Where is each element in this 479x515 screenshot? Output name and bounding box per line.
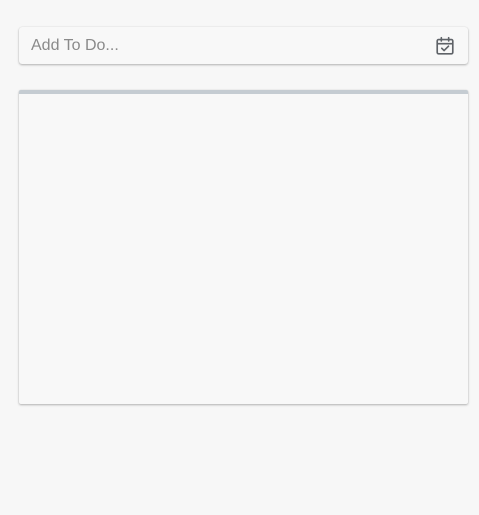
todo-list: [19, 94, 468, 404]
add-todo-card: [19, 27, 468, 64]
todo-list-card: [19, 90, 468, 404]
date-picker-button[interactable]: [433, 34, 457, 58]
add-todo-input[interactable]: [19, 27, 419, 64]
calendar-check-icon: [436, 36, 454, 55]
